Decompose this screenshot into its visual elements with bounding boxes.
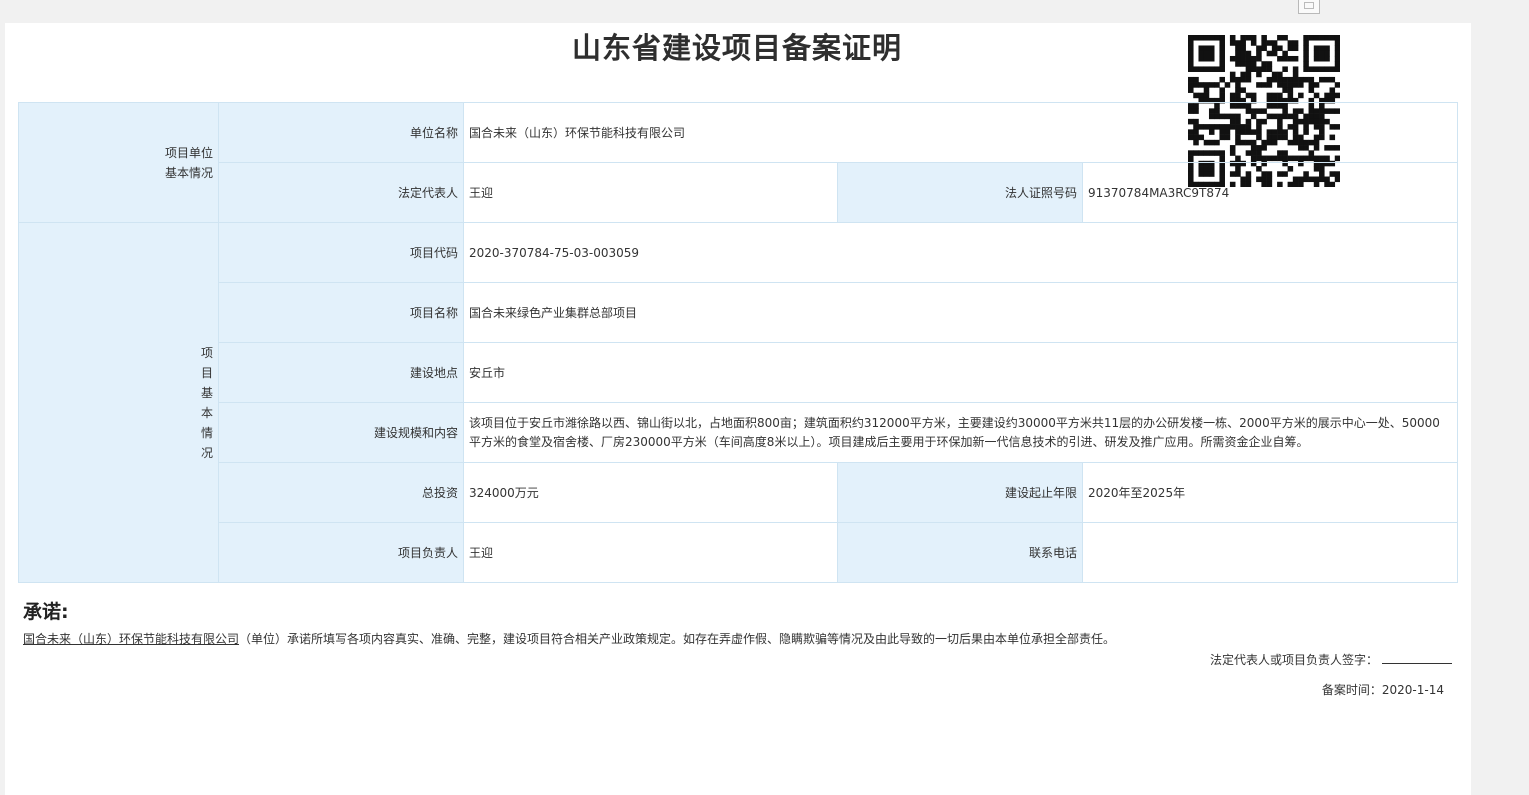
project-group-char: 况 <box>200 445 213 460</box>
project-name-label: 项目名称 <box>218 282 464 343</box>
project-group-char: 基 <box>200 385 213 400</box>
table-row: 项目名称 国合未来绿色产业集群总部项目 <box>19 282 1459 343</box>
period-label: 建设起止年限 <box>837 462 1083 523</box>
location-label: 建设地点 <box>218 342 464 403</box>
filing-date-label: 备案时间： <box>1321 683 1382 697</box>
unit-group-label-line1: 项目单位 <box>164 145 213 160</box>
legal-rep-value: 王迎 <box>463 162 838 223</box>
project-code-label: 项目代码 <box>218 222 464 283</box>
promise-company: 国合未来（山东）环保节能科技有限公司 <box>23 632 240 646</box>
phone-label: 联系电话 <box>837 522 1083 583</box>
filing-form-table: 项目单位 基本情况 单位名称 国合未来（山东）环保节能科技有限公司 法定代表人 … <box>18 102 1459 583</box>
period-value: 2020年至2025年 <box>1081 462 1459 523</box>
scale-value: 该项目位于安丘市潍徐路以西、锦山街以北，占地面积800亩；建筑面积约312000… <box>462 402 1459 463</box>
promise-text: （单位）承诺所填写各项内容真实、准确、完整，建设项目符合相关产业政策规定。如存在… <box>239 632 1116 646</box>
legal-rep-label: 法定代表人 <box>218 162 464 223</box>
license-value: 91370784MA3RC9T874 <box>1081 162 1459 223</box>
promise-title: 承诺: <box>23 601 69 623</box>
table-row: 建设规模和内容 该项目位于安丘市潍徐路以西、锦山街以北，占地面积800亩；建筑面… <box>19 402 1459 463</box>
table-row: 法定代表人 王迎 法人证照号码 91370784MA3RC9T874 <box>19 162 1459 223</box>
table-row: 项 目 基 本 情 况 项目代码 2020-370784-75-03-00305… <box>18 222 1459 583</box>
broken-image-icon <box>1298 0 1320 14</box>
signature-blank <box>1382 652 1452 664</box>
filing-date: 备案时间：2020-1-14 <box>1322 681 1444 698</box>
filing-date-value: 2020-1-14 <box>1381 683 1444 697</box>
manager-value: 王迎 <box>463 522 838 583</box>
company-value: 国合未来（山东）环保节能科技有限公司 <box>462 102 1459 163</box>
phone-value <box>1081 522 1459 583</box>
signature-label: 法定代表人或项目负责人签字： <box>1209 653 1378 667</box>
project-group-label: 项 目 基 本 情 况 <box>18 222 219 583</box>
project-group-char: 项 <box>200 345 213 360</box>
investment-label: 总投资 <box>218 462 464 523</box>
unit-group-label-line2: 基本情况 <box>164 165 213 180</box>
company-label: 单位名称 <box>218 102 464 163</box>
license-label: 法人证照号码 <box>837 162 1083 223</box>
table-row: 总投资 324000万元 建设起止年限 2020年至2025年 <box>19 462 1459 523</box>
scale-label: 建设规模和内容 <box>218 402 464 463</box>
investment-value: 324000万元 <box>463 462 838 523</box>
project-group-char: 目 <box>200 365 213 380</box>
project-name-value: 国合未来绿色产业集群总部项目 <box>462 282 1459 343</box>
manager-label: 项目负责人 <box>218 522 464 583</box>
signature-line: 法定代表人或项目负责人签字： <box>1210 651 1452 668</box>
project-code-value: 2020-370784-75-03-003059 <box>462 222 1459 283</box>
promise-statement: 国合未来（山东）环保节能科技有限公司（单位）承诺所填写各项内容真实、准确、完整，… <box>23 630 1115 647</box>
project-group-char: 情 <box>200 425 213 440</box>
unit-group-label: 项目单位 基本情况 <box>18 102 219 223</box>
table-row: 项目负责人 王迎 联系电话 <box>19 522 1459 583</box>
project-group-char: 本 <box>200 405 213 420</box>
table-row: 建设地点 安丘市 <box>19 342 1459 403</box>
location-value: 安丘市 <box>462 342 1459 403</box>
table-row: 项目单位 基本情况 单位名称 国合未来（山东）环保节能科技有限公司 <box>18 102 1459 223</box>
